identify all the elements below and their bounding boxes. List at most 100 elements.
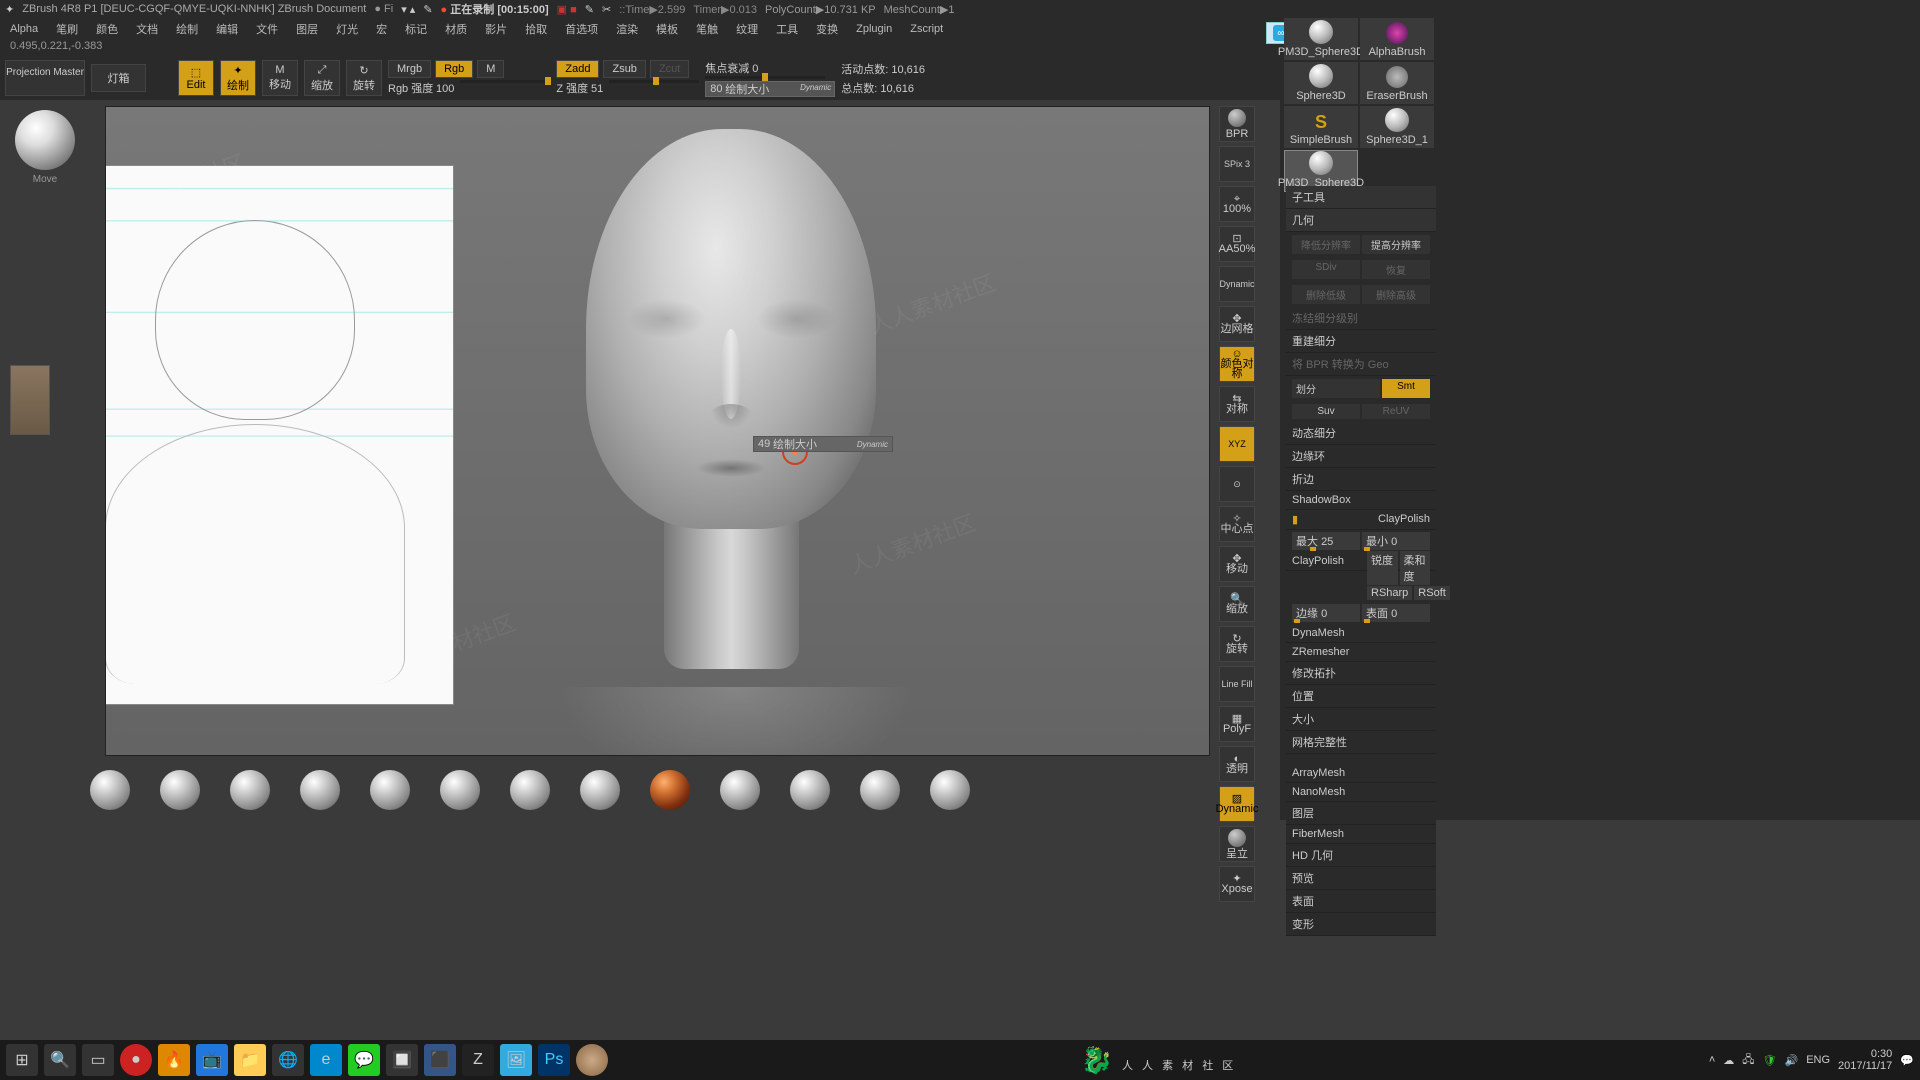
tool-simplebrush[interactable]: SSimpleBrush bbox=[1284, 106, 1358, 148]
menu-zplugin[interactable]: Zplugin bbox=[856, 23, 892, 35]
min-slider[interactable]: 最小 0 bbox=[1362, 532, 1430, 550]
rsoft-slider[interactable]: RSoft bbox=[1414, 586, 1450, 600]
rebuild-subdiv-button[interactable]: 重建细分 bbox=[1286, 330, 1436, 353]
menu-edit[interactable]: 编辑 bbox=[216, 21, 238, 37]
tray-ime[interactable]: ENG bbox=[1806, 1054, 1830, 1066]
material-thumb[interactable] bbox=[160, 770, 200, 810]
material-thumb[interactable] bbox=[440, 770, 480, 810]
cut-icon[interactable]: ✂ bbox=[602, 3, 611, 16]
menu-transform[interactable]: 变换 bbox=[816, 21, 838, 37]
freeze-subdiv[interactable]: 冻结细分级别 bbox=[1286, 307, 1436, 330]
menu-prefs[interactable]: 首选项 bbox=[565, 21, 598, 37]
del-lower-button[interactable]: 删除低级 bbox=[1292, 285, 1360, 304]
zadd-button[interactable]: Zadd bbox=[556, 60, 599, 78]
m-button[interactable]: M bbox=[477, 60, 504, 78]
chrome-icon[interactable]: 🌐 bbox=[272, 1044, 304, 1076]
layers[interactable]: 图层 bbox=[1286, 802, 1436, 825]
zremesher[interactable]: ZRemesher bbox=[1286, 643, 1436, 662]
material-thumb[interactable] bbox=[860, 770, 900, 810]
transparent-button[interactable]: ◐透明 bbox=[1219, 746, 1255, 782]
higher-res-button[interactable]: 提高分辨率 bbox=[1362, 235, 1430, 254]
menu-texture[interactable]: 纹理 bbox=[736, 21, 758, 37]
material-thumb[interactable] bbox=[790, 770, 830, 810]
rotate-view-button[interactable]: ↻旋转 bbox=[1219, 626, 1255, 662]
bpr-to-geo[interactable]: 将 BPR 转换为 Geo bbox=[1286, 353, 1436, 376]
menu-stencil[interactable]: 模板 bbox=[656, 21, 678, 37]
menu-render[interactable]: 渲染 bbox=[616, 21, 638, 37]
app-icon-2[interactable]: 🔲 bbox=[386, 1044, 418, 1076]
tray-up-icon[interactable]: ˄ bbox=[1709, 1054, 1715, 1066]
claypolish-header[interactable]: ▮ClayPolish bbox=[1286, 510, 1436, 530]
divide-button[interactable]: 划分 bbox=[1292, 379, 1380, 398]
tray-volume-icon[interactable]: 🔊 bbox=[1785, 1054, 1799, 1067]
rgb-intensity-slider[interactable] bbox=[460, 80, 550, 83]
z-intensity-slider[interactable] bbox=[609, 80, 699, 83]
modify-topology[interactable]: 修改拓扑 bbox=[1286, 662, 1436, 685]
surface-slider[interactable]: 表面 0 bbox=[1362, 604, 1430, 622]
dynamic-subdiv[interactable]: 动态细分 bbox=[1286, 422, 1436, 445]
material-sphere[interactable] bbox=[15, 110, 75, 170]
edit-mode-button[interactable]: ⬚Edit bbox=[178, 60, 214, 96]
max-slider[interactable]: 最大 25 bbox=[1292, 532, 1360, 550]
projection-master-button[interactable]: Projection Master bbox=[5, 60, 85, 96]
dynamesh[interactable]: DynaMesh bbox=[1286, 624, 1436, 643]
geometry-header[interactable]: 几何 bbox=[1286, 209, 1436, 232]
smt-button[interactable]: Smt bbox=[1382, 379, 1430, 398]
search-icon[interactable]: 🔍 bbox=[44, 1044, 76, 1076]
spix-button[interactable]: SPix 3 bbox=[1219, 146, 1255, 182]
menu-alpha[interactable]: Alpha bbox=[10, 23, 38, 35]
move-view-button[interactable]: ✥移动 bbox=[1219, 546, 1255, 582]
reference-photo-thumb[interactable] bbox=[10, 365, 50, 435]
menu-document[interactable]: 文档 bbox=[136, 21, 158, 37]
menu-tool[interactable]: 工具 bbox=[776, 21, 798, 37]
tray-notification-icon[interactable]: 💬 bbox=[1900, 1054, 1914, 1067]
edgeloop[interactable]: 边缘环 bbox=[1286, 445, 1436, 468]
position[interactable]: 位置 bbox=[1286, 685, 1436, 708]
menu-color[interactable]: 颜色 bbox=[96, 21, 118, 37]
nanomesh[interactable]: NanoMesh bbox=[1286, 783, 1436, 802]
rotate-mode-button[interactable]: ↻旋转 bbox=[346, 60, 382, 96]
xyz-button[interactable]: XYZ bbox=[1219, 426, 1255, 462]
material-thumb[interactable] bbox=[510, 770, 550, 810]
dynamic-button[interactable]: Dynamic bbox=[1219, 266, 1255, 302]
photoshop-icon[interactable]: Ps bbox=[538, 1044, 570, 1076]
viewport[interactable]: 49 绘制大小 Dynamic 人人素材社区 人人素材社区 人人素材社区 人人素… bbox=[105, 106, 1210, 756]
zcut-button[interactable]: Zcut bbox=[650, 60, 689, 78]
zbrush-taskbar-icon[interactable]: Z bbox=[462, 1044, 494, 1076]
polyf-button[interactable]: ▦PolyF bbox=[1219, 706, 1255, 742]
tray-cloud-icon[interactable]: ☁ bbox=[1723, 1054, 1734, 1067]
material-thumb[interactable] bbox=[300, 770, 340, 810]
rec-controls[interactable]: ▣ ■ bbox=[557, 3, 577, 16]
rsharp-slider[interactable]: RSharp bbox=[1367, 586, 1412, 600]
dynamic-button-2[interactable]: ▨Dynamic bbox=[1219, 786, 1255, 822]
tool-pm3d-sphere[interactable]: PM3D_Sphere3D bbox=[1284, 18, 1358, 60]
menu-zscript[interactable]: Zscript bbox=[910, 23, 943, 35]
draw-size-readout[interactable]: 80 绘制大小 Dynamic bbox=[705, 81, 835, 97]
app-icon-3[interactable]: ⬛ bbox=[424, 1044, 456, 1076]
material-thumb[interactable] bbox=[720, 770, 760, 810]
aa-half-button[interactable]: ⊡AA50% bbox=[1219, 226, 1255, 262]
tray-shield-icon[interactable]: 🛡 bbox=[1763, 1054, 1777, 1067]
collapse-icon[interactable]: ▾ ▴ bbox=[401, 3, 415, 16]
zsub-button[interactable]: Zsub bbox=[603, 60, 645, 78]
frame-button[interactable]: ⊙ bbox=[1219, 466, 1255, 502]
record-app-icon[interactable]: ● bbox=[120, 1044, 152, 1076]
bpr-button[interactable]: BPR bbox=[1219, 106, 1255, 142]
material-thumb[interactable] bbox=[90, 770, 130, 810]
menu-macro[interactable]: 宏 bbox=[376, 21, 387, 37]
edge-slider[interactable]: 边缘 0 bbox=[1292, 604, 1360, 622]
material-thumb[interactable] bbox=[650, 770, 690, 810]
solo-button[interactable]: 呈立 bbox=[1219, 826, 1255, 862]
reuv-button[interactable]: ReUV bbox=[1362, 404, 1430, 419]
focal-shift-slider[interactable] bbox=[705, 76, 825, 79]
size[interactable]: 大小 bbox=[1286, 708, 1436, 731]
tool-sphere3d-1[interactable]: Sphere3D_1 bbox=[1360, 106, 1434, 148]
restore-button[interactable]: 恢复 bbox=[1362, 260, 1430, 279]
explorer-icon[interactable]: 📺 bbox=[196, 1044, 228, 1076]
symmetry-button[interactable]: ⇆对称 bbox=[1219, 386, 1255, 422]
task-view-icon[interactable]: ▭ bbox=[82, 1044, 114, 1076]
menu-draw[interactable]: 绘制 bbox=[176, 21, 198, 37]
tool-sphere3d[interactable]: Sphere3D bbox=[1284, 62, 1358, 104]
menu-marker[interactable]: 标记 bbox=[405, 21, 427, 37]
tray-clock[interactable]: 0:30 2017/11/17 bbox=[1838, 1048, 1892, 1072]
